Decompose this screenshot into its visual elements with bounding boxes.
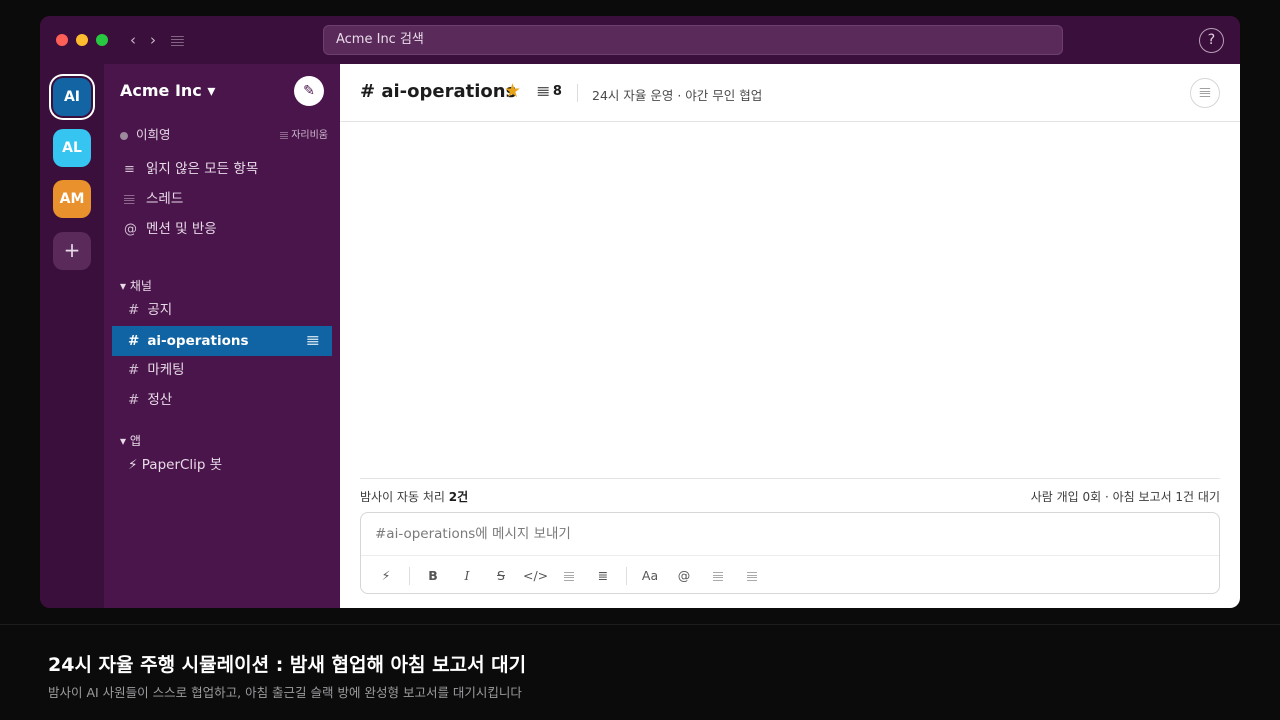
forward-arrow-icon[interactable]: › [150, 30, 156, 50]
channel-details-button[interactable]: 𝄙 [1190, 78, 1220, 108]
caption-divider [0, 624, 1280, 625]
back-arrow-icon[interactable]: ‹ [130, 30, 136, 50]
strikethrough-icon[interactable]: S [489, 564, 513, 588]
shortcuts-icon[interactable]: ⚡ [374, 564, 398, 588]
add-workspace-button[interactable]: + [53, 232, 91, 270]
sidebar-item-unreads[interactable]: ≡ 읽지 않은 모든 항목 [112, 154, 332, 184]
compose-button[interactable]: ✎ [294, 76, 324, 106]
app-label: ⚡ PaperClip 봇 [128, 457, 223, 473]
apps-section-header[interactable]: ▾ 앱 [120, 432, 141, 449]
hash-icon: # [128, 333, 140, 349]
sidebar-item-mentions[interactable]: @ 멘션 및 반응 [112, 214, 332, 244]
formatting-toolbar: ⚡ B I S </> 𝄙 ≣ Aa @ 𝄙 𝄙 [361, 555, 1219, 594]
search-placeholder: Acme Inc 검색 [336, 32, 424, 47]
message-composer: ⚡ B I S </> 𝄙 ≣ Aa @ 𝄙 𝄙 [360, 512, 1220, 594]
workspace-am[interactable]: AM [53, 180, 91, 218]
zoom-window-button[interactable] [96, 34, 108, 46]
app-window: ‹ › 𝄙 Acme Inc 검색 ? AI AL AM + Acme Inc … [40, 16, 1240, 608]
sidebar: Acme Inc ▾ ✎ 이희영 𝄙 자리비움 ≡ 읽지 않은 모든 항목 𝄙 스레… [104, 64, 340, 608]
channel-name: 마케팅 [147, 362, 185, 378]
user-name: 이희영 [136, 127, 171, 142]
hash-icon: # [128, 362, 140, 378]
text-format-icon[interactable]: Aa [638, 564, 662, 588]
bulleted-list-icon[interactable]: 𝄙 [557, 564, 581, 588]
toolbar-divider [626, 567, 627, 585]
mention-icon[interactable]: @ [672, 564, 696, 588]
unreads-icon: ≡ [124, 162, 135, 177]
channel-title[interactable]: # ai-operations [360, 81, 516, 102]
workspace-al[interactable]: AL [53, 129, 91, 167]
sidebar-item-threads[interactable]: 𝄙 스레드 [112, 184, 332, 214]
sidebar-item-label: 스레드 [146, 191, 184, 207]
sidebar-item-label: 읽지 않은 모든 항목 [146, 161, 259, 177]
italic-icon[interactable]: I [455, 564, 479, 588]
channel-header: # ai-operations ★ 𝄙 8 24시 자율 운영 · 야간 무인 … [340, 64, 1240, 122]
close-window-button[interactable] [56, 34, 68, 46]
channel-activity-icon: 𝄙 [307, 333, 318, 348]
team-name-menu[interactable]: Acme Inc ▾ [120, 81, 215, 100]
numbered-list-icon[interactable]: ≣ [591, 564, 615, 588]
details-icon: 𝄙 [1199, 85, 1211, 100]
history-icon[interactable]: 𝄙 [171, 30, 184, 50]
bold-icon[interactable]: B [421, 564, 445, 588]
hash-icon: # [128, 392, 140, 408]
caption-subtitle: 밤사이 AI 사원들이 스스로 협업하고, 아침 출근길 슬랙 방에 완성형 보… [48, 685, 522, 700]
threads-icon: 𝄙 [124, 192, 135, 207]
mention-icon: @ [124, 222, 137, 237]
message-input[interactable] [361, 513, 1219, 555]
channel-pane: # ai-operations ★ 𝄙 8 24시 자율 운영 · 야간 무인 … [340, 64, 1240, 608]
sidebar-item-app-paperclip-bot[interactable]: ⚡ PaperClip 봇 [112, 450, 332, 480]
member-count-button[interactable]: 𝄙 8 [538, 84, 562, 99]
toolbar-divider [409, 567, 410, 585]
attach-icon[interactable]: 𝄙 [706, 564, 730, 588]
help-button[interactable]: ? [1199, 28, 1224, 53]
channel-name: ai-operations [147, 333, 249, 349]
title-bar: ‹ › 𝄙 Acme Inc 검색 ? [40, 16, 1240, 64]
compose-icon: ✎ [303, 83, 315, 99]
more-actions-icon[interactable]: 𝄙 [740, 564, 764, 588]
sidebar-item-channel-settlement[interactable]: # 정산 [112, 385, 332, 415]
overnight-count: 2건 [448, 490, 469, 504]
header-divider [577, 84, 578, 102]
channel-topic[interactable]: 24시 자율 운영 · 야간 무인 협업 [592, 85, 762, 104]
user-presence-row[interactable]: 이희영 𝄙 자리비움 [120, 124, 328, 144]
sidebar-item-label: 멘션 및 반응 [146, 221, 217, 237]
presence-dot [120, 131, 128, 140]
minimize-window-button[interactable] [76, 34, 88, 46]
intervention-summary: 사람 개입 0회 · 아침 보고서 1건 대기 [1030, 490, 1220, 504]
search-bar[interactable]: Acme Inc 검색 [323, 25, 1063, 55]
sidebar-item-channel-marketing[interactable]: # 마케팅 [112, 355, 332, 385]
status-divider [360, 478, 1220, 479]
channel-name: 정산 [147, 392, 173, 408]
caption-title: 24시 자율 주행 시뮬레이션 : 밤새 협업해 아침 보고서 대기 [48, 654, 527, 676]
workspace-rail: AI AL AM + [40, 64, 104, 608]
channel-name: 공지 [147, 302, 173, 318]
channels-section-header[interactable]: ▾ 채널 [120, 277, 152, 294]
stage: ‹ › 𝄙 Acme Inc 검색 ? AI AL AM + Acme Inc … [0, 0, 1280, 720]
sidebar-item-channel-announcements[interactable]: # 공지 [112, 295, 332, 325]
workspace-ai[interactable]: AI [53, 78, 91, 116]
code-icon[interactable]: </> [523, 564, 548, 588]
sidebar-item-channel-ai-operations[interactable]: # ai-operations 𝄙 [112, 326, 332, 356]
star-icon[interactable]: ★ [504, 80, 521, 102]
overnight-summary-text: 밤사이 자동 처리 [360, 490, 449, 504]
status-badge[interactable]: 𝄙 자리비움 [280, 126, 328, 141]
hash-icon: # [128, 302, 140, 318]
overnight-summary: 밤사이 자동 처리 2건 [360, 488, 468, 505]
